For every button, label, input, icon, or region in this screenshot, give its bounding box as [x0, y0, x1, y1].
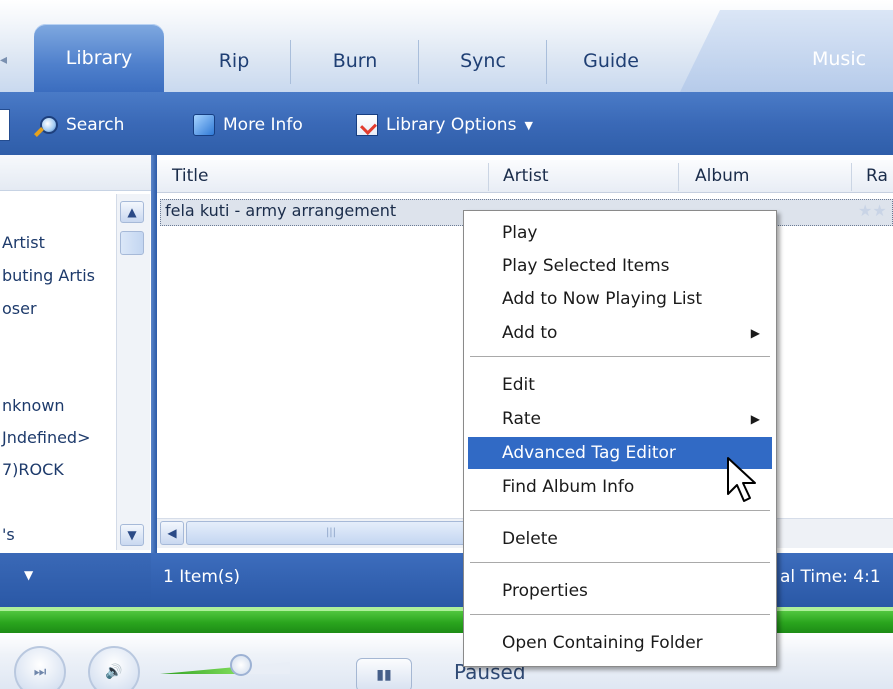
- column-header-album[interactable]: Album: [695, 166, 749, 186]
- column-header-artist[interactable]: Artist: [503, 166, 549, 186]
- menu-item-play-selected[interactable]: Play Selected Items: [464, 250, 776, 282]
- search-button[interactable]: Search: [40, 108, 124, 142]
- nav-item-composer[interactable]: oser: [2, 299, 37, 318]
- menu-item-label: Play: [502, 223, 538, 243]
- library-options-label: Library Options: [386, 115, 517, 135]
- mouse-pointer-icon: [727, 457, 756, 502]
- tab-music[interactable]: Music: [812, 48, 866, 70]
- menu-item-label: Add to: [502, 323, 558, 343]
- column-separator[interactable]: [678, 163, 679, 191]
- menu-item-label: Rate: [502, 409, 541, 429]
- search-icon: [40, 116, 58, 134]
- column-separator[interactable]: [851, 163, 852, 191]
- media-player-window: ◂ Library Rip Burn Sync Guide Music Sear…: [0, 0, 893, 689]
- nav-item-list-entry[interactable]: 's: [2, 525, 15, 544]
- nav-item-rock[interactable]: 7)ROCK: [2, 460, 64, 479]
- tab-library[interactable]: Library: [34, 24, 164, 92]
- nav-item-artist[interactable]: Artist: [2, 233, 45, 252]
- tab-separator: [290, 40, 291, 84]
- column-separator[interactable]: [488, 163, 489, 191]
- menu-item-add-now-playing[interactable]: Add to Now Playing List: [464, 283, 776, 315]
- nav-item-unknown[interactable]: nknown: [2, 396, 65, 415]
- search-label: Search: [66, 115, 125, 135]
- column-header-rating[interactable]: Ra: [866, 166, 888, 186]
- library-options-icon: [356, 114, 378, 136]
- tabs-scroll-left-icon[interactable]: ◂: [0, 52, 14, 72]
- menu-item-play[interactable]: Play: [464, 217, 776, 249]
- item-count: 1 Item(s): [163, 567, 241, 587]
- menu-item-label: Play Selected Items: [502, 256, 670, 276]
- menu-item-label: Find Album Info: [502, 477, 635, 497]
- menu-item-open-containing-folder[interactable]: Open Containing Folder: [464, 627, 776, 659]
- nav-item-contributing-artist[interactable]: buting Artis: [2, 266, 95, 285]
- tab-separator: [418, 40, 419, 84]
- track-title-cell: fela kuti - army arrangement: [165, 201, 397, 220]
- library-options-button[interactable]: Library Options ▼: [356, 108, 533, 142]
- more-info-button[interactable]: More Info: [193, 108, 303, 142]
- scroll-left-icon[interactable]: ◀: [160, 521, 184, 545]
- menu-separator: [470, 356, 770, 357]
- menu-separator: [470, 510, 770, 511]
- menu-separator: [470, 614, 770, 615]
- more-info-label: More Info: [223, 115, 303, 135]
- menu-item-label: Properties: [502, 581, 588, 601]
- rating-stars-icon[interactable]: ★★: [858, 201, 887, 220]
- tab-guide[interactable]: Guide: [556, 30, 666, 92]
- status-bar-left: [0, 553, 151, 607]
- list-scroll-thumb[interactable]: |||: [186, 521, 476, 545]
- nav-item-undefined[interactable]: Jndefined>: [2, 428, 90, 447]
- scroll-up-icon[interactable]: ▲: [120, 201, 144, 223]
- menu-item-label: Edit: [502, 375, 535, 395]
- tab-rip[interactable]: Rip: [184, 30, 284, 92]
- context-menu: Play Play Selected Items Add to Now Play…: [463, 210, 777, 667]
- menu-item-label: Add to Now Playing List: [502, 289, 703, 309]
- search-input[interactable]: [0, 109, 10, 141]
- menu-item-label: Open Containing Folder: [502, 633, 703, 653]
- more-info-icon: [193, 114, 215, 136]
- navigation-pane-header: [0, 155, 151, 191]
- menu-item-label: Delete: [502, 529, 558, 549]
- menu-item-rate[interactable]: Rate ▶: [464, 403, 776, 435]
- pause-button[interactable]: ▮▮: [356, 658, 412, 689]
- menu-item-add-to[interactable]: Add to ▶: [464, 317, 776, 349]
- menu-separator: [470, 562, 770, 563]
- submenu-arrow-icon: ▶: [750, 412, 760, 426]
- next-track-icon[interactable]: ⏭: [14, 646, 66, 689]
- tab-separator: [546, 40, 547, 84]
- tab-sync[interactable]: Sync: [428, 30, 538, 92]
- scroll-down-icon[interactable]: ▼: [120, 524, 144, 546]
- menu-item-edit[interactable]: Edit: [464, 369, 776, 401]
- total-time: al Time: 4:1: [780, 567, 881, 587]
- volume-slider-handle[interactable]: [230, 654, 252, 676]
- column-header-title[interactable]: Title: [172, 166, 208, 186]
- chevron-down-icon: ▼: [524, 118, 533, 132]
- chevron-down-icon[interactable]: ▼: [24, 568, 33, 582]
- tab-burn[interactable]: Burn: [300, 30, 410, 92]
- nav-scroll-thumb[interactable]: [120, 231, 144, 255]
- menu-item-delete[interactable]: Delete: [464, 523, 776, 555]
- menu-item-label: Advanced Tag Editor: [502, 443, 676, 463]
- volume-mute-icon[interactable]: 🔊: [88, 646, 140, 689]
- submenu-arrow-icon: ▶: [750, 326, 760, 340]
- menu-item-properties[interactable]: Properties: [464, 575, 776, 607]
